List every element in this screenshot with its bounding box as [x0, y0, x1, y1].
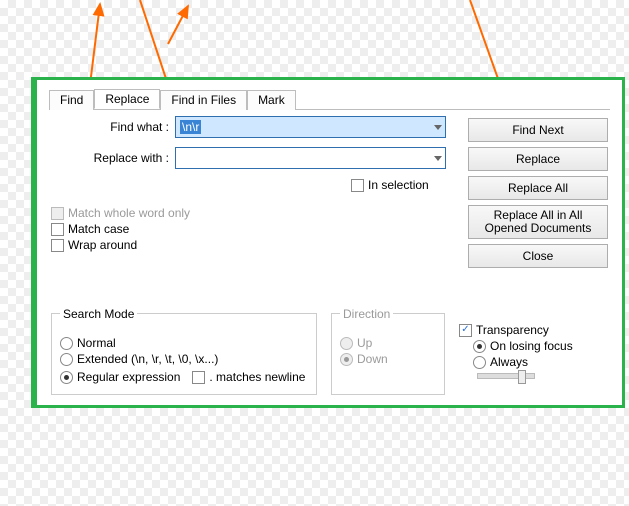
- find-next-button[interactable]: Find Next: [468, 118, 608, 142]
- replace-all-button[interactable]: Replace All: [468, 176, 608, 200]
- replace-with-label: Replace with :: [51, 151, 175, 165]
- tab-replace[interactable]: Replace: [94, 89, 160, 109]
- find-what-input[interactable]: \n\r: [175, 116, 446, 138]
- action-buttons: Find Next Replace Replace All Replace Al…: [468, 118, 608, 268]
- transparency-on-losing-focus[interactable]: On losing focus: [473, 339, 607, 353]
- chevron-down-icon[interactable]: [434, 125, 442, 130]
- tab-bar: Find Replace Find in Files Mark: [37, 80, 622, 110]
- replace-dialog: Find Replace Find in Files Mark Find wha…: [31, 77, 625, 408]
- tab-mark[interactable]: Mark: [247, 90, 296, 110]
- close-button[interactable]: Close: [468, 244, 608, 268]
- tab-find[interactable]: Find: [49, 90, 94, 110]
- search-mode-legend: Search Mode: [60, 307, 137, 321]
- replace-button[interactable]: Replace: [468, 147, 608, 171]
- matches-newline-checkbox[interactable]: . matches newline: [192, 370, 305, 384]
- direction-down: Down: [340, 352, 436, 366]
- search-mode-regex[interactable]: Regular expression: [60, 370, 180, 384]
- search-mode-extended[interactable]: Extended (\n, \r, \t, \0, \x...): [60, 352, 308, 366]
- direction-legend: Direction: [340, 307, 393, 321]
- replace-all-opened-button[interactable]: Replace All in All Opened Documents: [468, 205, 608, 239]
- find-what-label: Find what :: [51, 120, 175, 134]
- search-mode-normal[interactable]: Normal: [60, 336, 308, 350]
- direction-up: Up: [340, 336, 436, 350]
- transparency-slider[interactable]: [477, 373, 535, 379]
- direction-group: Direction Up Down: [331, 313, 445, 395]
- chevron-down-icon[interactable]: [434, 156, 442, 161]
- search-mode-group: Search Mode Normal Extended (\n, \r, \t,…: [51, 313, 317, 395]
- transparency-group: Transparency On losing focus Always: [451, 321, 615, 395]
- replace-with-input[interactable]: [175, 147, 446, 169]
- tab-find-in-files[interactable]: Find in Files: [160, 90, 247, 110]
- transparency-always[interactable]: Always: [473, 355, 607, 369]
- transparency-checkbox[interactable]: Transparency: [459, 323, 607, 337]
